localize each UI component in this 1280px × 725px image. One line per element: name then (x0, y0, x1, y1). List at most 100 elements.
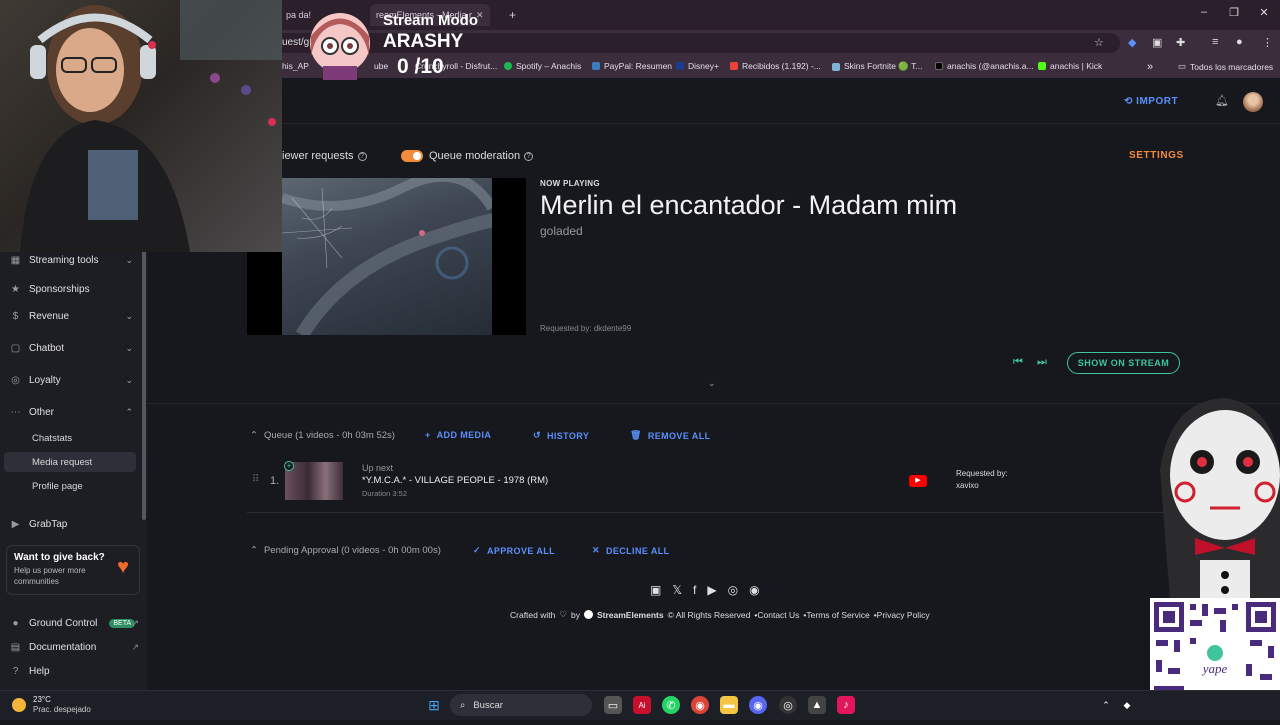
kick-icon (1038, 62, 1046, 70)
queue-item[interactable]: ⠿ 1. + Up next *Y.M.C.A.* - VILLAGE PEOP… (247, 458, 1180, 513)
chrome-icon[interactable]: ◉ (691, 696, 709, 714)
privacy-link[interactable]: •Privacy Policy (874, 610, 930, 620)
sidebar-item-help[interactable]: ? Help (0, 660, 147, 682)
pending-header[interactable]: ⌃ Pending Approval (0 videos - 0h 00m 00s… (250, 545, 441, 556)
remove-all-label: REMOVE ALL (647, 430, 711, 441)
approve-all-button[interactable]: ✓ APPROVE ALL (473, 545, 555, 556)
history-button[interactable]: ↺ HISTORY (533, 430, 589, 441)
info-icon[interactable]: ? (357, 151, 367, 161)
sidebar-item-sponsorships[interactable]: ★ Sponsorships (0, 278, 147, 300)
requested-by-user: xavixo (956, 481, 979, 490)
contact-link[interactable]: •Contact Us (754, 610, 799, 620)
tab-search-icon[interactable]: ≡ (1212, 36, 1218, 48)
avatar[interactable] (1243, 92, 1263, 112)
puzzle-icon[interactable]: ✚ (1176, 36, 1185, 49)
discord-icon[interactable]: ◉ (749, 696, 767, 714)
bookmark[interactable]: Disney+ (676, 61, 719, 71)
video-frame[interactable] (282, 178, 492, 335)
bookmark[interactable]: anachis | Kick (1038, 61, 1102, 71)
queue-moderation-switch[interactable] (401, 150, 423, 162)
menu-icon[interactable]: ⋮ (1262, 36, 1273, 49)
sidebar-item-grabtap[interactable]: ▶ GrabTap (0, 513, 147, 535)
tiktok-icon[interactable]: ♪ (837, 696, 855, 714)
plus-circle-icon[interactable]: + (284, 461, 294, 471)
drag-handle-icon[interactable]: ⠿ (252, 474, 259, 485)
bookmarks-more-button[interactable]: » (1147, 61, 1153, 73)
discord-icon[interactable]: ◉ (749, 583, 759, 597)
new-tab-button[interactable]: + (503, 4, 522, 26)
sidebar-item-chatstats[interactable]: Chatstats (4, 428, 136, 448)
taskbar-search[interactable]: ⌕ Buscar (450, 694, 592, 716)
chevron-down-icon: ⌄ (125, 310, 133, 321)
remove-all-button[interactable]: 🗑︎ REMOVE ALL (630, 430, 711, 441)
bookmark[interactable]: Recibidos (1.192) -... (730, 61, 821, 71)
sidebar-item-revenue[interactable]: $ Revenue ⌄ (0, 305, 147, 327)
tray-icon[interactable]: ◆ (1118, 696, 1136, 714)
twitch-icon[interactable]: ▣ (650, 583, 661, 597)
extension-icon[interactable]: ▣ (1152, 36, 1162, 49)
bookmark-star-icon[interactable]: ☆ (1094, 36, 1104, 49)
chevron-up-icon[interactable]: ⌃ (1097, 696, 1115, 714)
give-back-card[interactable]: Want to give back? Help us power more co… (6, 545, 140, 595)
app-icon[interactable]: ▲ (808, 696, 826, 714)
all-bookmarks-button[interactable]: ▭ Todos los marcadores (1178, 61, 1273, 72)
chevron-down-icon[interactable]: ⌄ (708, 378, 716, 389)
brand-name: StreamElements (596, 609, 664, 620)
info-icon[interactable]: ? (524, 151, 534, 161)
file-explorer-icon[interactable]: ▬ (720, 696, 738, 714)
sidebar-item-loyalty[interactable]: ◎ Loyalty ⌄ (0, 369, 147, 391)
sidebar-item-label: Loyalty (29, 374, 61, 386)
by-text: by (570, 609, 580, 620)
sidebar-item-label: GrabTap (29, 518, 68, 530)
whatsapp-icon[interactable]: ✆ (662, 696, 680, 714)
video-player[interactable] (247, 178, 526, 335)
bookmark[interactable]: Skins Fortnite 🟢 T... (832, 61, 922, 72)
sidebar-item-chatbot[interactable]: ▢ Chatbot ⌄ (0, 337, 147, 359)
settings-button[interactable]: SETTINGS (1129, 150, 1184, 161)
close-window-button[interactable]: ✕ (1254, 6, 1274, 19)
sidebar-item-label: Streaming tools (29, 254, 99, 266)
sidebar-scrollbar[interactable] (142, 250, 146, 520)
skip-next-icon[interactable]: ⏭ (1037, 356, 1047, 369)
illustrator-icon[interactable]: Ai (633, 696, 651, 714)
weather-icon[interactable] (12, 698, 26, 712)
windows-start-icon[interactable]: ⊞ (425, 696, 443, 714)
restore-button[interactable]: ❐ (1224, 6, 1244, 19)
sidebar-item-documentation[interactable]: ▤ Documentation ↗ (0, 636, 147, 658)
show-on-stream-button[interactable]: SHOW ON STREAM (1067, 352, 1180, 374)
profile-icon[interactable]: ● (1236, 36, 1243, 48)
extension-icon[interactable]: ◆ (1128, 36, 1136, 49)
chevron-down-icon: ⌄ (125, 254, 133, 265)
bookmark[interactable]: anachis (@anachis.a... (935, 61, 1034, 71)
yape-logo: yape (1201, 661, 1228, 676)
youtube-icon[interactable]: ▶ (707, 583, 716, 597)
decline-all-button[interactable]: ✕ DECLINE ALL (592, 545, 670, 556)
sidebar-item-profile-page[interactable]: Profile page (4, 476, 136, 496)
facebook-icon[interactable]: f (693, 583, 696, 597)
viewer-requests-toggle[interactable]: iewer requests? (282, 150, 367, 162)
bookmark[interactable]: Spotify – Anachis (504, 61, 581, 71)
sidebar-item-label: Chatbot (29, 342, 65, 354)
minimize-button[interactable]: – (1194, 6, 1214, 18)
sidebar-item-other[interactable]: ⋯ Other ⌃ (0, 401, 147, 423)
bell-icon[interactable]: 🔔︎ (1215, 94, 1229, 107)
terms-link[interactable]: •Terms of Service (803, 610, 869, 620)
sidebar-item-streaming-tools[interactable]: ▦ Streaming tools ⌄ (0, 249, 147, 271)
queue-item-index: 1. (270, 475, 280, 487)
sidebar-item-media-request[interactable]: Media request (4, 452, 136, 472)
task-view-icon[interactable]: ▭ (604, 696, 622, 714)
skip-previous-icon[interactable]: ⏮ (1013, 356, 1023, 369)
sidebar-item-ground-control[interactable]: ● Ground Control BETA ↗ (0, 612, 147, 634)
history-label: HISTORY (546, 430, 590, 441)
chevron-down-icon: ⌄ (125, 374, 133, 385)
x-twitter-icon[interactable]: 𝕏 (672, 583, 682, 597)
add-media-button[interactable]: + ADD MEDIA (425, 430, 491, 440)
instagram-icon[interactable]: ◎ (728, 583, 738, 597)
obs-icon[interactable]: ◎ (779, 696, 797, 714)
import-button[interactable]: ⟲ IMPORT (1124, 96, 1178, 107)
video-scene (282, 178, 492, 335)
search-label: Buscar (473, 699, 503, 711)
bookmark[interactable]: PayPal: Resumen (592, 61, 672, 71)
queue-header[interactable]: ⌃ Queue (1 videos - 0h 03m 52s) (250, 430, 395, 441)
star-icon: ★ (11, 283, 20, 295)
